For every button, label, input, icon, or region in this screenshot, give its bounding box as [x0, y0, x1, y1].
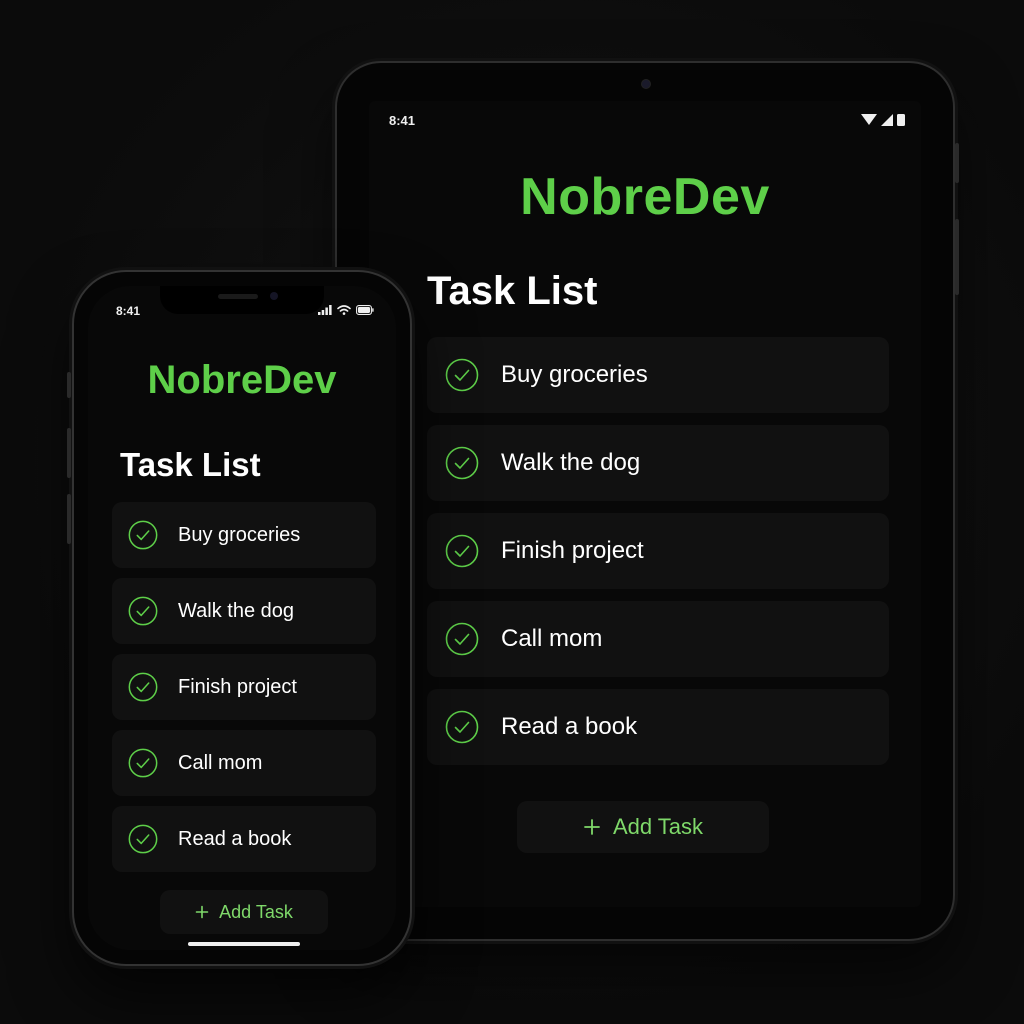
tablet-status-bar: 8:41: [389, 111, 905, 131]
task-label: Call mom: [178, 751, 263, 774]
tablet-camera: [641, 79, 651, 89]
wifi-icon: [337, 305, 351, 315]
signal-icon: [881, 114, 893, 126]
device-mockup-stage: 8:41 NobreDev Task List Buy groceries Wa…: [0, 0, 1024, 1024]
task-item[interactable]: Read a book: [112, 806, 376, 872]
battery-icon: [897, 114, 905, 126]
task-item[interactable]: Walk the dog: [427, 425, 889, 501]
plus-icon: [195, 905, 209, 919]
page-title: Task List: [427, 269, 598, 313]
task-label: Call mom: [501, 625, 603, 652]
check-circle-icon[interactable]: [128, 748, 158, 778]
app-brand-logo: NobreDev: [147, 358, 337, 402]
tablet-volume-down-button: [955, 219, 959, 295]
task-item[interactable]: Buy groceries: [427, 337, 889, 413]
task-label: Buy groceries: [501, 361, 648, 388]
task-list: Buy groceries Walk the dog Finish projec…: [427, 337, 889, 777]
phone-screen: 8:41 NobreDev Task List Buy groceries Wa…: [88, 286, 396, 950]
tablet-volume-up-button: [955, 143, 959, 183]
page-title: Task List: [120, 446, 261, 483]
task-item[interactable]: Walk the dog: [112, 578, 376, 644]
phone-volume-down-button: [67, 494, 71, 544]
phone-volume-up-button: [67, 428, 71, 478]
tablet-status-time: 8:41: [389, 113, 416, 128]
task-list: Buy groceries Walk the dog Finish projec…: [112, 502, 376, 882]
check-circle-icon[interactable]: [128, 824, 158, 854]
plus-icon: [584, 819, 600, 835]
phone-status-icons: [318, 305, 374, 315]
check-circle-icon[interactable]: [445, 534, 479, 568]
signal-icon: [318, 305, 332, 315]
add-task-button[interactable]: Add Task: [160, 890, 328, 934]
task-item[interactable]: Read a book: [427, 689, 889, 765]
task-item[interactable]: Call mom: [427, 601, 889, 677]
battery-icon: [356, 305, 374, 315]
check-circle-icon[interactable]: [128, 672, 158, 702]
check-circle-icon[interactable]: [445, 358, 479, 392]
task-item[interactable]: Call mom: [112, 730, 376, 796]
tablet-screen: 8:41 NobreDev Task List Buy groceries Wa…: [369, 101, 921, 907]
phone-status-bar: 8:41: [116, 302, 374, 318]
task-item[interactable]: Finish project: [112, 654, 376, 720]
phone-front-camera: [270, 292, 278, 300]
phone-status-time: 8:41: [116, 304, 141, 318]
task-label: Read a book: [501, 713, 638, 740]
check-circle-icon[interactable]: [445, 622, 479, 656]
add-task-label: Add Task: [219, 901, 293, 922]
check-circle-icon[interactable]: [128, 520, 158, 550]
check-circle-icon[interactable]: [445, 446, 479, 480]
task-label: Walk the dog: [178, 599, 294, 622]
app-brand-logo: NobreDev: [520, 168, 770, 226]
task-label: Walk the dog: [501, 449, 641, 476]
task-label: Finish project: [178, 675, 297, 698]
task-label: Read a book: [178, 827, 292, 850]
wifi-icon: [861, 114, 877, 125]
check-circle-icon[interactable]: [445, 710, 479, 744]
phone-mute-switch: [67, 372, 71, 398]
task-label: Buy groceries: [178, 523, 301, 546]
tablet-frame: 8:41 NobreDev Task List Buy groceries Wa…: [335, 61, 959, 941]
add-task-button[interactable]: Add Task: [517, 801, 769, 853]
tablet-status-icons: [861, 114, 905, 126]
task-item[interactable]: Finish project: [427, 513, 889, 589]
add-task-label: Add Task: [612, 814, 704, 839]
phone-frame: 8:41 NobreDev Task List Buy groceries Wa…: [67, 270, 412, 966]
check-circle-icon[interactable]: [128, 596, 158, 626]
task-item[interactable]: Buy groceries: [112, 502, 376, 568]
phone-speaker: [218, 294, 258, 299]
task-label: Finish project: [501, 537, 644, 564]
home-indicator[interactable]: [188, 942, 300, 946]
